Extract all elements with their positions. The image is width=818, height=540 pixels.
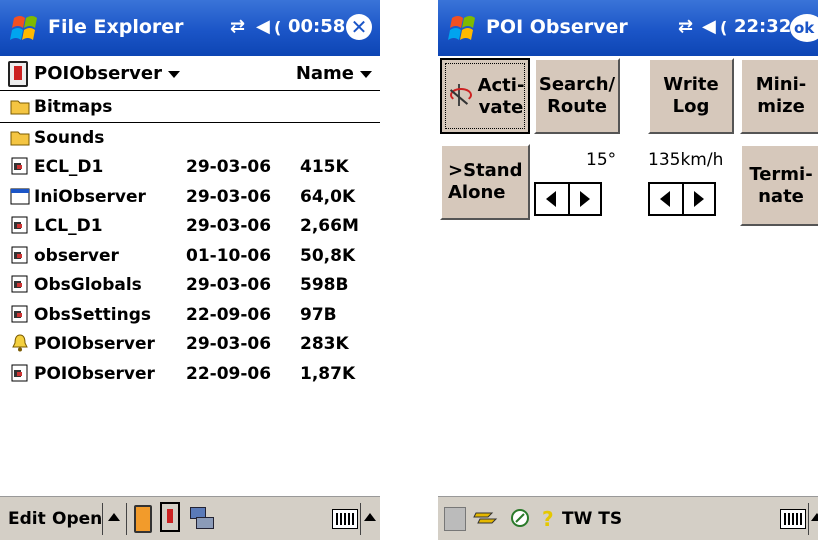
volume-waves-icon: ( (274, 18, 282, 37)
minimize-label-2: mize (757, 96, 805, 117)
speed-value: 135km/h (648, 150, 724, 170)
clock[interactable]: 00:58 (288, 16, 345, 37)
compass-icon[interactable] (510, 508, 530, 528)
angle-value: 15° (586, 150, 617, 170)
clock[interactable]: 22:32 (734, 16, 791, 37)
terminate-label-2: nate (758, 186, 804, 207)
terminate-button[interactable]: Termi- nate (740, 144, 818, 226)
up-arrow-icon[interactable] (108, 513, 120, 521)
help-icon[interactable]: ? (542, 507, 554, 531)
title-bar: File Explorer ⇄ ◀ ( 00:58 ✕ (0, 0, 380, 56)
network-icon[interactable] (190, 505, 214, 529)
writelog-label-2: Log (672, 96, 710, 117)
volume-icon[interactable]: ◀ (702, 16, 716, 37)
chevron-down-icon (360, 70, 372, 78)
folder-icon (10, 100, 30, 115)
up-arrow-icon[interactable] (364, 513, 376, 521)
file-icon (11, 305, 28, 322)
list-item[interactable]: ECL_D1 29-03-06 415K (0, 152, 380, 182)
activate-label-2: vate (478, 97, 524, 118)
arrow-right-icon (694, 191, 704, 207)
file-icon (11, 364, 28, 381)
divider (126, 503, 127, 535)
connectivity-icon[interactable]: ⇄ (678, 16, 693, 37)
writelog-label-1: Write (663, 74, 719, 95)
terminate-label-1: Termi- (749, 164, 813, 185)
poi-observer-screen: POI Observer ⇄ ◀ ( 22:32 ok Acti- vate S… (438, 0, 818, 540)
arrow-right-icon (580, 191, 590, 207)
settings-icon[interactable] (444, 507, 466, 531)
connectivity-icon[interactable]: ⇄ (230, 16, 245, 37)
activate-label-1: Acti- (477, 75, 525, 96)
volume-icon[interactable]: ◀ (256, 16, 270, 37)
increase-speed-button[interactable] (682, 184, 714, 214)
list-item[interactable]: POIObserver 22-09-06 1,87K (0, 359, 380, 389)
storage-card-icon[interactable] (134, 505, 152, 533)
list-item[interactable]: Sounds (0, 123, 380, 153)
volume-waves-icon: ( (720, 18, 728, 37)
search-route-button[interactable]: Search/ Route (534, 58, 620, 134)
keyboard-icon[interactable] (780, 509, 806, 529)
decrease-speed-button[interactable] (650, 184, 684, 214)
tray-bar: ? TW TS (438, 496, 818, 540)
list-item[interactable]: ObsSettings 22-09-06 97B (0, 300, 380, 330)
antenna-icon (448, 84, 472, 108)
file-icon (11, 216, 28, 234)
divider (102, 503, 103, 535)
minimize-label-1: Mini- (755, 74, 807, 95)
file-icon (11, 275, 28, 293)
satellite-icon[interactable] (472, 505, 498, 531)
file-list: Bitmaps Sounds ECL_D1 29-03-06 415K IniO… (0, 92, 380, 388)
list-item[interactable]: POIObserver 29-03-06 283K (0, 329, 380, 359)
file-icon (11, 157, 28, 175)
divider (808, 503, 809, 535)
activate-button[interactable]: Acti- vate (440, 58, 530, 134)
path-bar: POIObserver Name (0, 56, 380, 91)
list-item[interactable]: Bitmaps (0, 92, 380, 123)
open-menu[interactable]: Open (52, 509, 102, 529)
speed-spinner[interactable] (648, 182, 716, 216)
device-icon[interactable] (160, 502, 180, 532)
bell-icon (12, 334, 28, 352)
file-icon (11, 246, 28, 263)
ok-button[interactable]: ok (790, 14, 818, 42)
sort-dropdown[interactable]: Name (296, 63, 372, 84)
title-bar: POI Observer ⇄ ◀ ( 22:32 ok (438, 0, 818, 56)
arrow-left-icon (660, 191, 670, 207)
up-arrow-icon[interactable] (811, 513, 818, 521)
stand-alone-button[interactable]: >Stand Alone (440, 144, 530, 220)
list-item[interactable]: ObsGlobals 29-03-06 598B (0, 270, 380, 300)
divider (360, 503, 361, 535)
list-item[interactable]: observer 01-10-06 50,8K (0, 241, 380, 271)
close-button[interactable]: ✕ (346, 14, 372, 40)
standalone-label-2: Alone (448, 182, 506, 203)
search-label-1: Search/ (538, 74, 616, 95)
folder-dropdown[interactable]: POIObserver (34, 63, 180, 84)
decrease-angle-button[interactable] (536, 184, 570, 214)
write-log-button[interactable]: Write Log (648, 58, 734, 134)
angle-spinner[interactable] (534, 182, 602, 216)
tray-status-text: TW TS (562, 509, 623, 529)
start-menu-icon[interactable] (8, 10, 44, 46)
search-label-2: Route (547, 96, 607, 117)
minimize-button[interactable]: Mini- mize (740, 58, 818, 134)
menu-bar: Edit Open (0, 496, 380, 540)
folder-icon (10, 131, 30, 145)
app-title: File Explorer (48, 16, 184, 38)
file-explorer-screen: File Explorer ⇄ ◀ ( 00:58 ✕ POIObserver … (0, 0, 380, 540)
app-title: POI Observer (486, 16, 628, 38)
start-menu-icon[interactable] (446, 10, 482, 46)
window-file-icon (10, 188, 30, 204)
list-item[interactable]: LCL_D1 29-03-06 2,66M (0, 211, 380, 241)
list-item[interactable]: IniObserver 29-03-06 64,0K (0, 182, 380, 212)
standalone-label-1: >Stand (448, 160, 523, 181)
arrow-left-icon (546, 191, 556, 207)
edit-menu[interactable]: Edit (8, 509, 46, 529)
keyboard-icon[interactable] (332, 509, 358, 529)
increase-angle-button[interactable] (568, 184, 600, 214)
chevron-down-icon (168, 70, 180, 78)
device-icon (8, 61, 28, 87)
